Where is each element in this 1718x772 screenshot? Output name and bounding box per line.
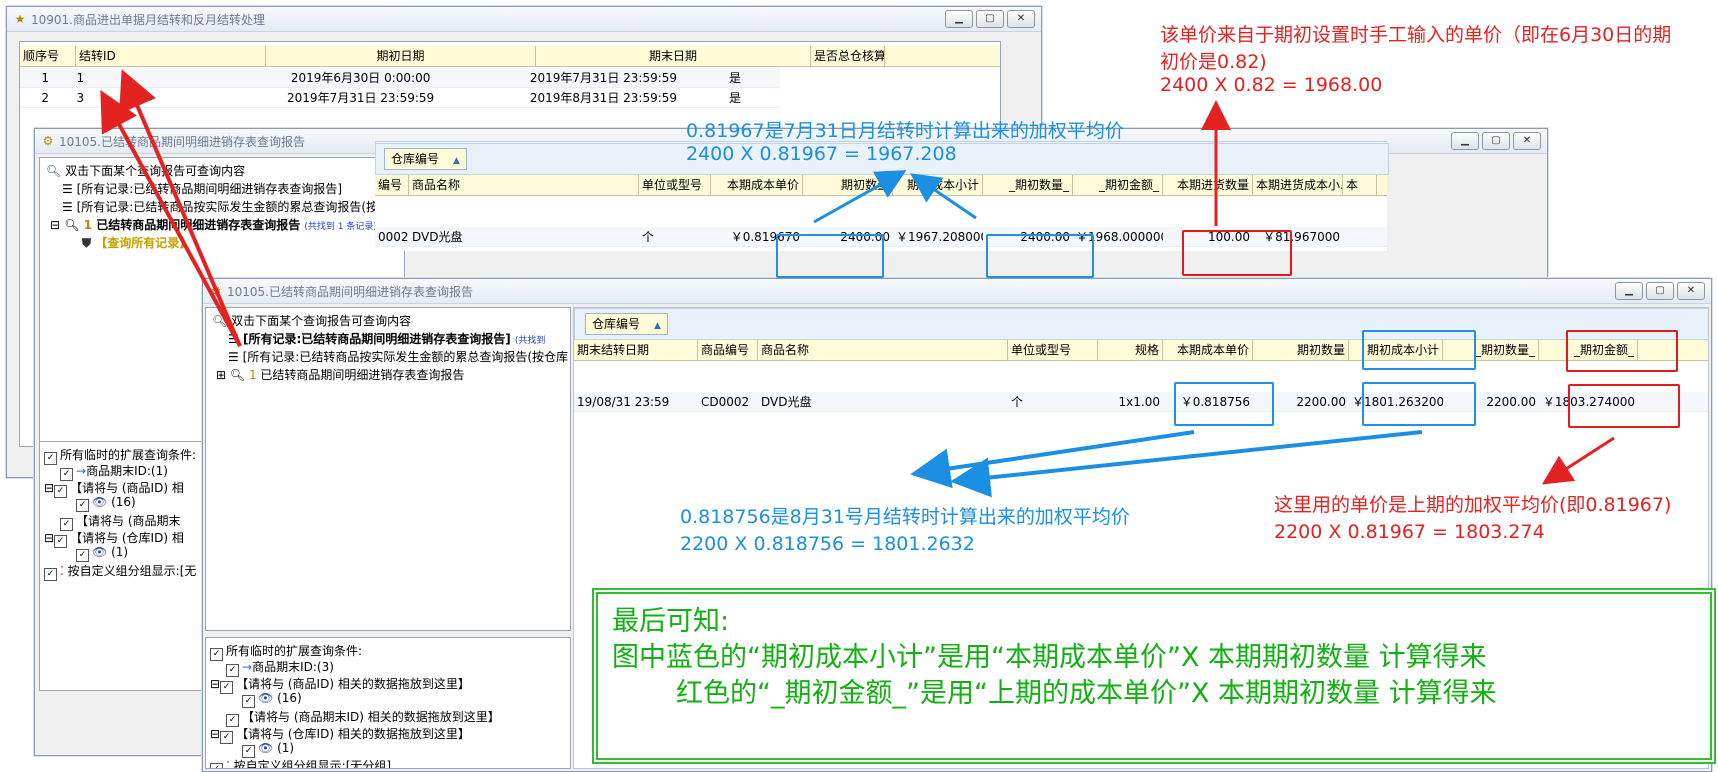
checkbox[interactable]: ✓ bbox=[210, 763, 223, 768]
warehouse-chip[interactable]: 仓库编号 ▲ bbox=[585, 313, 668, 335]
settlement-window-title: 10901.商品进出单据月结转和反月结转处理 bbox=[31, 12, 265, 27]
highlight-opening-subtotal-aug bbox=[1362, 382, 1476, 426]
checkbox[interactable]: ✓ bbox=[210, 648, 223, 661]
settlement-grid-header: 顺序号 结转ID 期初日期 期末日期 是否总仓核算 bbox=[20, 46, 1000, 67]
group-icon: ⁚ bbox=[60, 564, 64, 578]
magnifier-icon: 🔍︎ bbox=[64, 218, 80, 232]
highlight-opening-subtotal-july bbox=[986, 234, 1094, 278]
col-seq[interactable]: 顺序号 bbox=[20, 46, 76, 66]
checkbox[interactable]: ✓ bbox=[76, 499, 89, 512]
col-end[interactable]: 期末日期 bbox=[536, 46, 811, 66]
eye-icon: 👁︎ bbox=[92, 495, 108, 509]
checkbox[interactable]: ✓ bbox=[54, 535, 68, 548]
checkbox[interactable]: ✓ bbox=[44, 568, 57, 581]
close-button[interactable]: ✕ bbox=[1677, 282, 1705, 300]
close-button[interactable]: ✕ bbox=[1007, 10, 1035, 28]
gear-app-icon: ⚙ bbox=[42, 134, 54, 148]
checkbox[interactable]: ✓ bbox=[54, 485, 68, 498]
col-whole[interactable]: 是否总仓核算 bbox=[811, 46, 885, 66]
tree-item-all-records[interactable]: ☰ [所有记录:已结转商品期间明细进销存表查询报告] (共找到 bbox=[228, 330, 545, 347]
list-icon: ☰ bbox=[62, 200, 73, 214]
checkbox[interactable]: ✓ bbox=[220, 681, 234, 694]
checkbox[interactable]: ✓ bbox=[242, 695, 255, 708]
tree-item-report[interactable]: ⊟ 🔍︎ 1 已结转商品期间明细进销存表查询报告 (共找到 1 条记录) bbox=[50, 216, 377, 233]
minimize-button[interactable]: ▁ bbox=[1451, 132, 1479, 150]
checkbox[interactable]: ✓ bbox=[44, 452, 57, 465]
report-grid-header: 期末结转日期 商品编号 商品名称 单位或型号 规格 本期成本单价 期初数量 期初… bbox=[574, 340, 1708, 361]
tree-item-summary[interactable]: ☰ [所有记录:已结转商品按实际发生金额的累总查询报告(按仓库 bbox=[62, 198, 402, 215]
report-search-icon: 🔍︎ bbox=[46, 164, 62, 178]
minimize-button[interactable]: ▁ bbox=[945, 10, 973, 28]
note-previous-price: 这里用的单价是上期的加权平均价(即0.81967) 2200 X 0.81967… bbox=[1274, 494, 1672, 543]
cond-item[interactable]: ✓ ⁚ 按自定义组分组显示:[无分组] bbox=[210, 757, 391, 769]
maximize-button[interactable]: ▢ bbox=[976, 10, 1004, 28]
expand-icon: ⊟ bbox=[44, 481, 55, 495]
condition-panel: ✓ 所有临时的扩展查询条件: ✓ →商品期末ID:(3) ⊟ ✓ 【请将与 (商品ID)… bbox=[205, 637, 571, 769]
expand-icon: ⊟ bbox=[50, 218, 61, 232]
sort-up-icon: ▲ bbox=[654, 321, 661, 331]
report-search-icon: 🔍︎ bbox=[212, 314, 228, 328]
cond-item[interactable]: ✓ 👁︎ (1) bbox=[242, 741, 294, 758]
highlight-opening-amount-aug bbox=[1568, 384, 1680, 428]
report-window-august-titlebar[interactable]: ⚙ 10105.已结转商品期间明细进销存表查询报告 ▁ ▢ ✕ bbox=[203, 279, 1711, 304]
maximize-button[interactable]: ▢ bbox=[1482, 132, 1510, 150]
report-window-july-title: 10105.已结转商品期间明细进销存表查询报告 bbox=[59, 134, 305, 149]
highlight-unit-cost-july bbox=[776, 234, 884, 278]
eye-icon: 👁︎ bbox=[258, 691, 274, 705]
expand-icon: ⊟ bbox=[210, 727, 221, 741]
note-august-avg: 0.818756是8月31号月结转时计算出来的加权平均价 2200 X 0.81… bbox=[680, 506, 1130, 555]
report-tree: 🔍︎ 双击下面某个查询报告可查询内容 ☰ [所有记录:已结转商品期间明细进销存表… bbox=[205, 307, 571, 631]
eye-icon: 👁︎ bbox=[92, 545, 108, 559]
expand-icon: ⊟ bbox=[210, 677, 221, 691]
list-icon: ☰ bbox=[228, 332, 239, 346]
checkbox[interactable]: ✓ bbox=[76, 549, 89, 562]
note-initial-price: 该单价来自于期初设置时手工输入的单价（即在6月30日的期 初价是0.82) 24… bbox=[1160, 24, 1672, 96]
eye-icon: 👁︎ bbox=[258, 741, 274, 755]
col-id[interactable]: 结转ID bbox=[76, 46, 266, 66]
tree-root[interactable]: 🔍︎ 双击下面某个查询报告可查询内容 bbox=[212, 312, 411, 329]
table-row[interactable]: 19/08/31 23:59 CD0002 DVD光盘 个 1x1.00 ￥0.… bbox=[574, 392, 1708, 412]
app-star-icon: ★ bbox=[14, 12, 26, 26]
highlight-opening-amount-july bbox=[1182, 230, 1292, 276]
col-start[interactable]: 期初日期 bbox=[266, 46, 536, 66]
cond-item[interactable]: ✓ 👁︎ (1) bbox=[76, 545, 128, 562]
tree-item-all-records[interactable]: ☰ [所有记录:已结转商品期间明细进销存表查询报告] bbox=[62, 180, 342, 197]
note-july-avg: 0.81967是7月31日月结转时计算出来的加权平均价 2400 X 0.819… bbox=[686, 120, 1124, 165]
table-row[interactable]: 1 1 2019年6月30日 0:00:00 2019年7月31日 23:59:… bbox=[20, 68, 780, 88]
sort-up-icon: ▲ bbox=[453, 156, 460, 166]
list-icon: ☰ bbox=[228, 350, 239, 364]
gear-app-icon: ⚙ bbox=[210, 284, 222, 298]
arrow-icon: → bbox=[76, 464, 87, 478]
highlight-header-amount-aug bbox=[1566, 330, 1678, 372]
cond-item[interactable]: ✓ 👁︎ (16) bbox=[242, 691, 302, 708]
highlight-unit-cost-aug bbox=[1174, 382, 1274, 426]
report-grid-header: 编号 商品名称 单位或型号 本期成本单价 期初数量 期初成本小计 _期初数量_ … bbox=[375, 175, 1387, 196]
highlight-header-subtotal-aug bbox=[1362, 330, 1476, 370]
shield-icon: ⛊ bbox=[82, 236, 92, 250]
checkbox[interactable]: ✓ bbox=[220, 731, 234, 744]
list-icon: ☰ bbox=[62, 182, 73, 196]
tree-root[interactable]: 🔍︎ 双击下面某个查询报告可查询内容 bbox=[46, 162, 245, 179]
cond-item[interactable]: ✓ 👁︎ (16) bbox=[76, 495, 136, 512]
maximize-button[interactable]: ▢ bbox=[1646, 282, 1674, 300]
expand-icon: ⊟ bbox=[44, 531, 55, 545]
magnifier-icon: 🔍︎ bbox=[229, 368, 246, 382]
group-bar: 仓库编号 ▲ bbox=[574, 308, 1708, 340]
cond-item[interactable]: ✓ ⁚ 按自定义组分组显示:[无 bbox=[44, 562, 196, 581]
tree-item-query-all[interactable]: ⛊ 【查询所有记录】 bbox=[82, 234, 191, 251]
tree-item-report[interactable]: ⊞ 🔍︎ 1 已结转商品期间明细进销存表查询报告 bbox=[216, 366, 464, 383]
arrow-icon: → bbox=[242, 660, 253, 674]
settlement-window-titlebar[interactable]: ★ 10901.商品进出单据月结转和反月结转处理 ▁ ▢ ✕ bbox=[7, 7, 1041, 32]
warehouse-chip[interactable]: 仓库编号 ▲ bbox=[384, 148, 467, 170]
table-row[interactable]: 2 3 2019年7月31日 23:59:59 2019年8月31日 23:59… bbox=[20, 88, 780, 108]
minimize-button[interactable]: ▁ bbox=[1615, 282, 1643, 300]
expand-icon: ⊞ bbox=[216, 368, 227, 382]
close-button[interactable]: ✕ bbox=[1513, 132, 1541, 150]
tree-item-summary[interactable]: ☰ [所有记录:已结转商品按实际发生金额的累总查询报告(按仓库 bbox=[228, 348, 568, 365]
conclusion-box: 最后可知: 图中蓝色的“期初成本小计”是用“本期成本单价”X 本期期初数量 计算… bbox=[592, 588, 1716, 764]
report-window-august-title: 10105.已结转商品期间明细进销存表查询报告 bbox=[227, 284, 473, 299]
group-icon: ⁚ bbox=[226, 759, 230, 769]
